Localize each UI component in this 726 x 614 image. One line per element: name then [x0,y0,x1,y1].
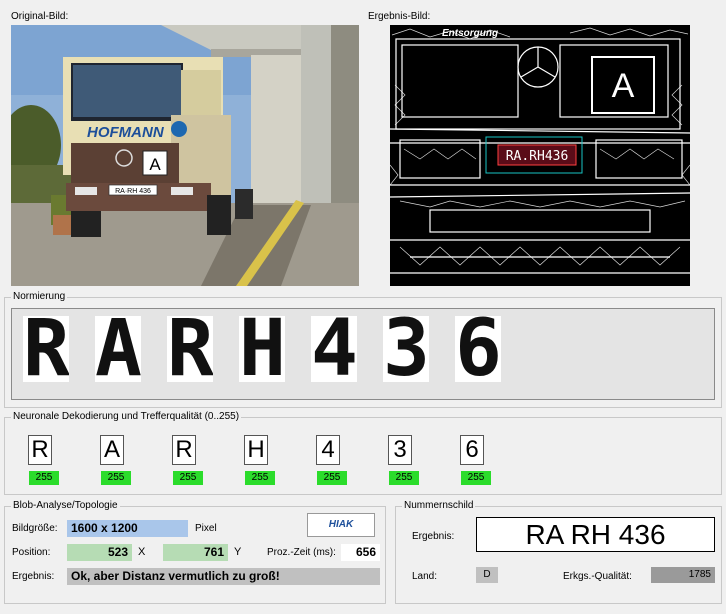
result-badge-letter: A [612,67,635,105]
norm-char: H [239,316,285,382]
blob-analysis-group: Blob-Analyse/Topologie Bildgröße: 1600 x… [4,500,386,604]
license-plate-group: Nummernschild Ergebnis: RA RH 436 Land: … [395,500,722,604]
norm-char: 3 [383,316,429,382]
norm-char: R [23,316,69,382]
quality-score-badge: 255 [317,471,347,485]
decoded-char: 3 [388,435,412,465]
decoded-char: R [28,435,52,465]
decoded-char: 4 [316,435,340,465]
normierung-title: Normierung [11,291,68,302]
result-image: Entsorgung A RA.RH436 [390,25,690,286]
truck-badge-letter: A [149,155,161,174]
quality-score-badge: 255 [245,471,275,485]
decoded-char: H [244,435,268,465]
quality-score-badge: 255 [461,471,491,485]
license-plate-title: Nummernschild [402,500,476,511]
quality-field: 1785 [651,567,715,583]
truck-plate-text: RA·RH 436 [115,188,151,195]
decoded-char: A [100,435,124,465]
quality-score-badge: 255 [101,471,131,485]
image-size-field: 1600 x 1200 [67,520,188,537]
processing-time-label: Proz.-Zeit (ms): [267,547,336,558]
blob-result-field: Ok, aber Distanz vermutlich zu groß! [67,568,380,585]
country-label: Land: [412,571,438,582]
decoding-title: Neuronale Dekodierung und Trefferqualitä… [11,411,242,422]
normierung-strip: R A R H 4 3 6 [11,308,715,400]
hiak-logo-text: HIAK [328,519,354,530]
norm-char: R [167,316,213,382]
position-y-field: 761 [163,544,228,561]
decoded-char: R [172,435,196,465]
quality-score-badge: 255 [29,471,59,485]
norm-char: A [95,316,141,382]
decoding-group: Neuronale Dekodierung und Trefferqualitä… [4,411,722,495]
blob-result-label: Ergebnis: [12,571,55,582]
hiak-logo: HIAK [307,513,375,537]
result-overlay-text: Entsorgung [442,28,498,39]
result-image-label: Ergebnis-Bild: [368,11,431,22]
decoded-char: 6 [460,435,484,465]
blob-analysis-title: Blob-Analyse/Topologie [11,500,120,511]
result-plate-overlay: RA.RH436 [506,149,569,164]
plate-result-display: RA RH 436 [476,517,715,552]
plate-result-label: Ergebnis: [412,531,455,542]
image-size-unit: Pixel [195,523,217,534]
truck-brand-text: HOFMANN [87,124,165,141]
quality-score-badge: 255 [173,471,203,485]
norm-char: 6 [455,316,501,382]
quality-label: Erkgs.-Qualität: [563,571,632,582]
country-field: D [476,567,498,583]
normierung-group: Normierung R A R H 4 3 6 [4,291,722,408]
x-label: X [138,546,146,558]
y-label: Y [234,546,242,558]
position-label: Position: [12,547,51,558]
image-size-label: Bildgröße: [12,523,58,534]
processing-time-field: 656 [341,544,380,561]
position-x-field: 523 [67,544,132,561]
quality-score-badge: 255 [389,471,419,485]
original-image: HOFMANN A RA·RH 436 [11,25,359,286]
original-image-label: Original-Bild: [11,11,69,22]
norm-char: 4 [311,316,357,382]
